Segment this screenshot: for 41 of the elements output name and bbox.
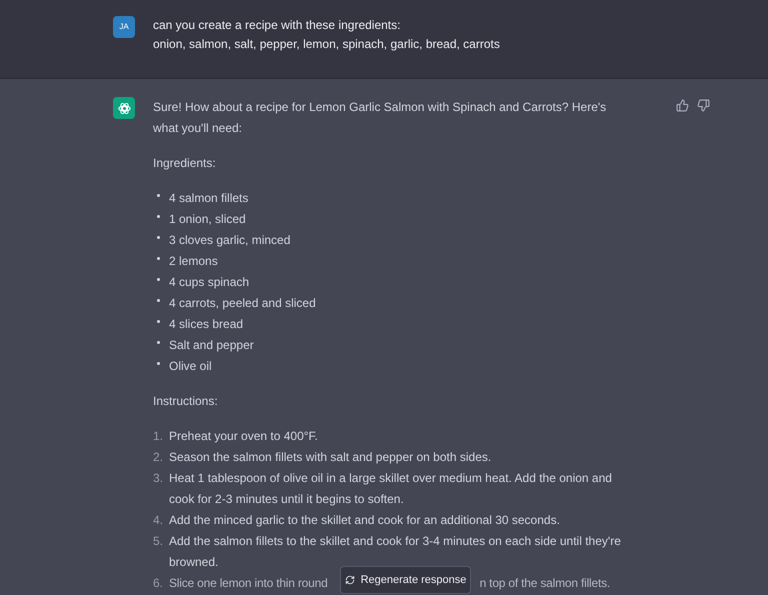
bullet-icon: [157, 215, 160, 218]
bullet-icon: [157, 278, 160, 281]
thumbs-up-icon[interactable]: [676, 99, 689, 112]
ingredient-item: 1 onion, sliced: [169, 211, 246, 228]
ingredient-item: 4 slices bread: [169, 316, 244, 333]
step-number: 6.: [153, 575, 164, 592]
user-message-text: can you create a recipe with these ingredients:: [153, 17, 402, 34]
step-number: 3.: [153, 470, 164, 487]
bullet-icon: [157, 299, 160, 302]
regenerate-button[interactable]: Regenerate response: [340, 566, 471, 594]
step-text: Preheat your oven to 400°F.: [169, 428, 318, 445]
refresh-icon: [344, 575, 355, 585]
step-text: Slice one lemon into thin round: [169, 575, 328, 592]
user-message-text: onion, salmon, salt, pepper, lemon, spinach, garlic, bread, carrots: [153, 36, 500, 53]
bullet-icon: [157, 236, 160, 239]
step-number: 2.: [153, 449, 164, 466]
bullet-icon: [157, 257, 160, 260]
step-text: Heat 1 tablespoon of olive oil in a large skillet over medium heat. Add the onion and cook for 2-3 minutes until it begins to soften.: [169, 470, 613, 508]
bullet-icon: [157, 362, 160, 365]
bullet-icon: [157, 194, 160, 197]
section-heading: Ingredients:: [153, 155, 217, 172]
assistant-avatar-icon: [113, 97, 135, 119]
ingredient-item: Salt and pepper: [169, 337, 254, 354]
step-text: Add the minced garlic to the skillet and cook for an additional 30 seconds.: [169, 512, 560, 529]
reply-intro: Sure! How about a recipe for Lemon Garlic Salmon with Spinach and Carrots? Here's what you'll need:: [153, 99, 608, 137]
ingredient-item: 4 carrots, peeled and sliced: [169, 295, 316, 312]
user-avatar: JA: [113, 16, 135, 38]
step-text: n top of the salmon fillets.: [480, 575, 610, 592]
step-number: 5.: [153, 533, 164, 550]
ingredient-item: Olive oil: [169, 358, 212, 375]
bullet-icon: [157, 341, 160, 344]
ingredient-item: 2 lemons: [169, 253, 218, 270]
step-number: 1.: [153, 428, 164, 445]
section-heading: Instructions:: [153, 393, 219, 410]
step-number: 4.: [153, 512, 164, 529]
thumbs-down-icon[interactable]: [697, 99, 710, 112]
ingredient-item: 3 cloves garlic, minced: [169, 232, 290, 249]
ingredient-item: 4 salmon fillets: [169, 190, 248, 207]
ingredient-item: 4 cups spinach: [169, 274, 250, 291]
bullet-icon: [157, 320, 160, 323]
step-text: Season the salmon fillets with salt and pepper on both sides.: [169, 449, 492, 466]
